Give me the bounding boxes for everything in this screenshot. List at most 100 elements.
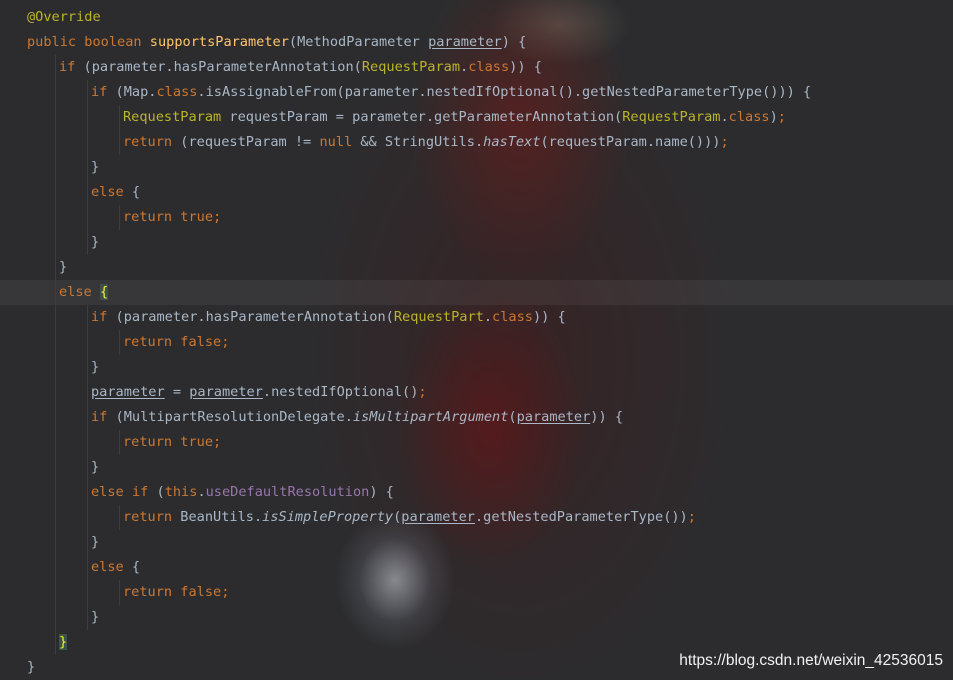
indent-guide	[55, 80, 56, 105]
code-text: }	[91, 155, 99, 180]
code-line[interactable]: return true;	[0, 205, 953, 230]
code-text: }	[91, 455, 99, 480]
code-token: .	[720, 109, 729, 125]
indent-guide	[55, 205, 56, 230]
code-token: true	[180, 209, 214, 225]
code-token: false	[180, 584, 222, 600]
code-token: class	[728, 109, 770, 125]
code-token: parameter	[516, 409, 591, 425]
code-text: else {	[59, 280, 109, 305]
indent-guide	[55, 330, 56, 355]
code-token: public	[27, 34, 77, 50]
code-token: (	[148, 484, 165, 500]
code-line[interactable]: parameter = parameter.nestedIfOptional()…	[0, 380, 953, 405]
code-line-current[interactable]: else {	[0, 280, 953, 305]
code-line[interactable]: return (requestParam != null && StringUt…	[0, 130, 953, 155]
code-token: class	[492, 309, 533, 325]
indent-guide	[87, 180, 88, 205]
code-line[interactable]: if (MultipartResolutionDelegate.isMultip…	[0, 405, 953, 430]
indent-guide	[87, 605, 88, 630]
code-line[interactable]: }	[0, 255, 953, 280]
indent-guide	[87, 305, 88, 330]
code-line[interactable]: else if (this.useDefaultResolution) {	[0, 480, 953, 505]
indent-guide	[55, 430, 56, 455]
code-line[interactable]: return false;	[0, 330, 953, 355]
code-text: }	[91, 230, 99, 255]
code-text: }	[59, 630, 68, 655]
code-token: }	[91, 159, 100, 175]
indent-guide	[87, 230, 88, 255]
code-text: parameter = parameter.nestedIfOptional()…	[91, 380, 427, 405]
code-line[interactable]: }	[0, 230, 953, 255]
code-token: }	[59, 259, 68, 275]
code-line[interactable]: @Override	[0, 5, 953, 30]
indent-guide	[55, 130, 56, 155]
code-token: parameter	[428, 34, 502, 50]
code-line[interactable]: }	[0, 605, 953, 630]
indent-guide	[119, 205, 120, 230]
code-token: return	[123, 334, 173, 350]
code-token: supportsParameter	[149, 34, 289, 50]
code-token: .	[483, 309, 493, 325]
code-line[interactable]: }	[0, 455, 953, 480]
code-line[interactable]: else {	[0, 180, 953, 205]
code-line[interactable]: }	[0, 355, 953, 380]
code-token: RequestPart	[393, 309, 484, 325]
code-line[interactable]: return true;	[0, 430, 953, 455]
code-token: ) {	[369, 484, 394, 500]
indent-guide	[55, 355, 56, 380]
indent-guide	[55, 605, 56, 630]
code-token: }	[91, 359, 100, 375]
code-token: (requestParam.name()))	[540, 134, 721, 150]
indent-guide	[55, 155, 56, 180]
code-token: (MethodParameter	[288, 34, 429, 50]
indent-guide	[55, 280, 56, 305]
code-line[interactable]: if (parameter.hasParameterAnnotation(Req…	[0, 305, 953, 330]
code-token: else	[59, 284, 92, 300]
code-line[interactable]: if (parameter.hasParameterAnnotation(Req…	[0, 55, 953, 80]
code-token: RequestParam	[123, 109, 222, 125]
code-line[interactable]: return BeanUtils.isSimpleProperty(parame…	[0, 505, 953, 530]
code-token: null	[319, 134, 353, 150]
code-token: BeanUtils.	[172, 509, 263, 525]
code-text: else if (this.useDefaultResolution) {	[91, 480, 394, 505]
code-text: return BeanUtils.isSimpleProperty(parame…	[123, 505, 696, 530]
indent-guide	[55, 255, 56, 280]
code-token: (parameter.hasParameterAnnotation(	[75, 59, 362, 75]
code-text: else {	[91, 555, 140, 580]
indent-guide	[87, 355, 88, 380]
code-token: ;	[720, 134, 729, 150]
code-line[interactable]: }	[0, 155, 953, 180]
code-token: RequestParam	[361, 59, 461, 75]
code-line[interactable]: return false;	[0, 580, 953, 605]
code-token: isSimpleProperty	[262, 509, 394, 525]
indent-guide	[55, 180, 56, 205]
code-editor[interactable]: @Override public boolean supportsParamete…	[0, 0, 953, 680]
indent-guide	[55, 455, 56, 480]
code-text: }	[91, 355, 99, 380]
code-text: RequestParam requestParam = parameter.ge…	[123, 105, 786, 130]
code-text: if (parameter.hasParameterAnnotation(Req…	[91, 305, 566, 330]
indent-guide	[119, 130, 120, 155]
code-line[interactable]: else {	[0, 555, 953, 580]
code-text: return true;	[123, 205, 221, 230]
code-token: RequestParam	[622, 109, 721, 125]
code-token: (Map.	[107, 84, 157, 100]
code-token: if	[91, 409, 108, 425]
code-line[interactable]: if (Map.class.isAssignableFrom(parameter…	[0, 80, 953, 105]
code-token: {	[99, 284, 109, 300]
code-text: }	[91, 605, 99, 630]
indent-guide	[55, 480, 56, 505]
code-token: parameter	[91, 384, 165, 400]
code-line[interactable]: public boolean supportsParameter(MethodP…	[0, 30, 953, 55]
code-token: {	[123, 559, 141, 575]
code-token: }	[91, 234, 100, 250]
code-token: {	[123, 184, 141, 200]
code-token: (	[508, 409, 517, 425]
code-line[interactable]: RequestParam requestParam = parameter.ge…	[0, 105, 953, 130]
code-token: )) {	[509, 59, 542, 75]
code-line[interactable]: }	[0, 530, 953, 555]
indent-guide	[119, 330, 120, 355]
code-text: }	[91, 530, 99, 555]
